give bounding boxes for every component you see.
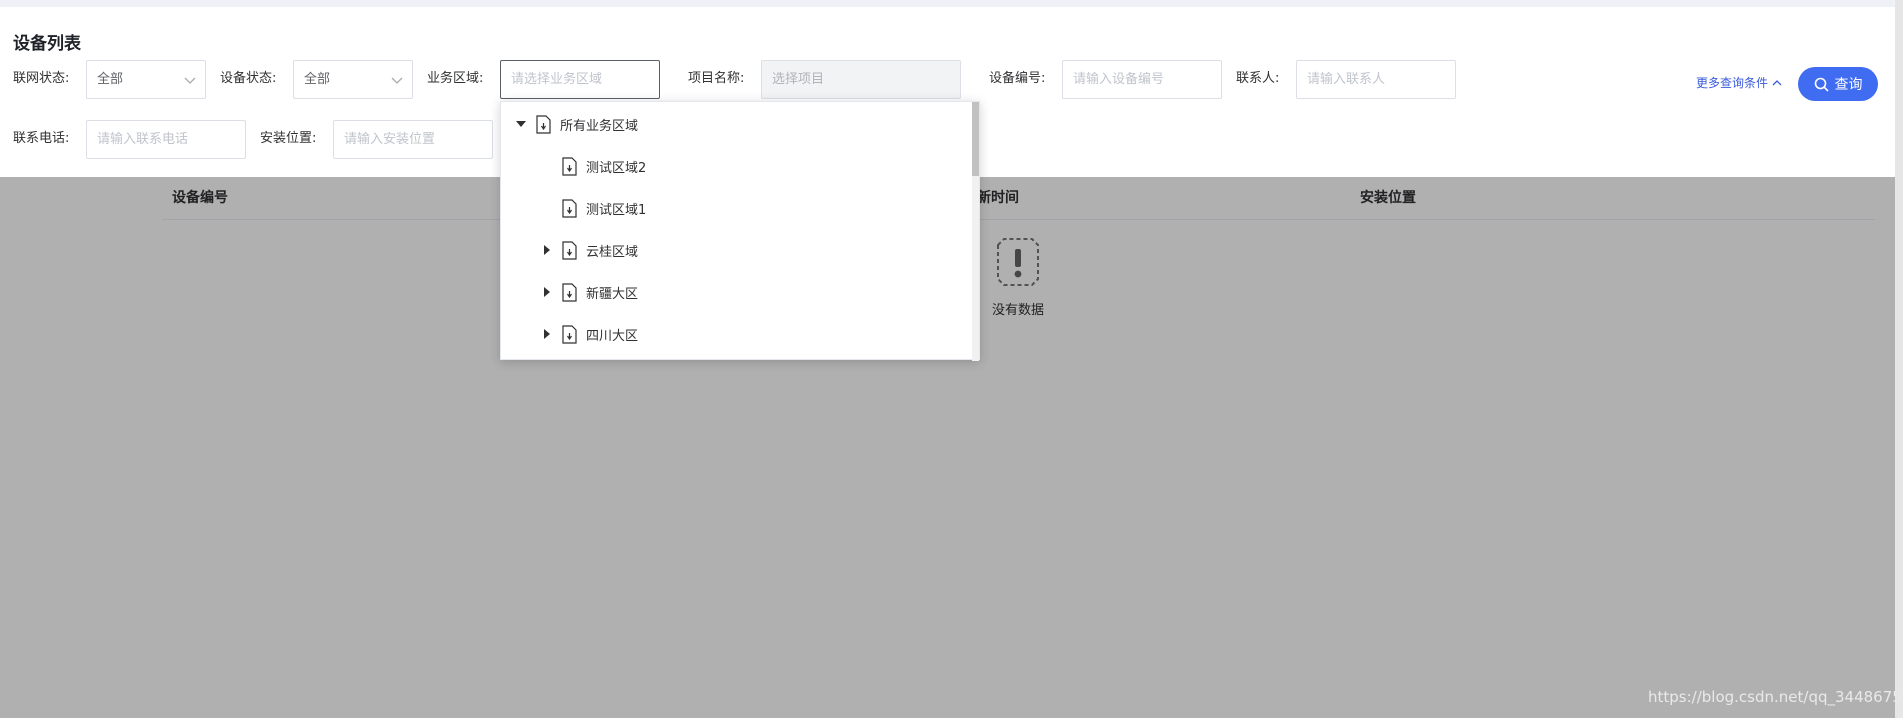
contact-placeholder: 请输入联系人 (1307, 72, 1386, 87)
search-button-label: 查询 (1834, 77, 1863, 93)
more-conditions-link[interactable]: 更多查询条件 (1696, 74, 1782, 91)
document-icon (562, 198, 577, 218)
device-status-value: 全部 (304, 72, 331, 87)
contact-label: 联系人: (1236, 71, 1280, 86)
business-area-label: 业务区域: (427, 71, 484, 86)
caret-right-icon[interactable] (541, 244, 553, 256)
device-status-label: 设备状态: (220, 71, 277, 86)
chevron-down-icon (391, 77, 403, 84)
document-icon (562, 282, 577, 302)
tree-node-child[interactable]: 测试区域2 (541, 153, 646, 179)
device-no-placeholder: 请输入设备编号 (1073, 72, 1165, 87)
tree-node-child[interactable]: 四川大区 (541, 321, 638, 347)
install-location-placeholder: 请输入安装位置 (344, 132, 436, 147)
caret-spacer (541, 160, 553, 172)
network-status-select[interactable]: 全部 (86, 60, 206, 99)
install-location-label: 安装位置: (260, 131, 317, 146)
tree-node-label: 所有业务区域 (560, 118, 639, 134)
search-button[interactable]: 查询 (1798, 67, 1878, 101)
tree-node-child[interactable]: 云桂区域 (541, 237, 638, 263)
install-location-input[interactable]: 请输入安装位置 (333, 120, 493, 159)
tree-node-child[interactable]: 新疆大区 (541, 279, 638, 305)
document-icon (562, 240, 577, 260)
document-icon (536, 114, 551, 134)
tree-node-label: 云桂区域 (586, 244, 639, 260)
window-edge (1895, 0, 1903, 718)
tree-node-label: 测试区域1 (586, 202, 647, 218)
document-icon (562, 324, 577, 344)
contact-phone-label: 联系电话: (13, 131, 70, 146)
network-status-value: 全部 (97, 72, 124, 87)
project-name-label: 项目名称: (688, 71, 745, 86)
caret-spacer (541, 202, 553, 214)
network-status-label: 联网状态: (13, 71, 70, 86)
contact-phone-input[interactable]: 请输入联系电话 (86, 120, 246, 159)
caret-down-icon[interactable] (515, 118, 527, 130)
business-area-placeholder: 请选择业务区域 (511, 72, 603, 87)
tree-node-label: 四川大区 (586, 328, 639, 344)
tree-node-label: 测试区域2 (586, 160, 647, 176)
chevron-down-icon (184, 77, 196, 84)
project-name-select[interactable]: 选择项目 (761, 60, 961, 99)
document-icon (562, 156, 577, 176)
tree-node-label: 新疆大区 (586, 286, 639, 302)
business-area-dropdown: 所有业务区域 测试区域2 测试区域1 云桂区域 新疆大区 四川大区 (500, 101, 980, 361)
more-conditions-label: 更多查询条件 (1696, 76, 1769, 90)
search-icon (1814, 77, 1829, 92)
project-name-placeholder: 选择项目 (772, 72, 825, 87)
tree-node-child[interactable]: 测试区域1 (541, 195, 646, 221)
tree-node-root[interactable]: 所有业务区域 (515, 111, 638, 137)
device-no-input[interactable]: 请输入设备编号 (1062, 60, 1222, 99)
watermark: https://blog.csdn.net/qq_34486756 (1648, 688, 1903, 706)
dropdown-scrollbar[interactable] (972, 102, 979, 361)
top-strip (0, 0, 1903, 7)
caret-right-icon[interactable] (541, 328, 553, 340)
chevron-up-icon (1772, 79, 1782, 85)
dropdown-scrollbar-thumb[interactable] (972, 102, 979, 176)
device-no-label: 设备编号: (989, 71, 1046, 86)
caret-right-icon[interactable] (541, 286, 553, 298)
page-title: 设备列表 (13, 34, 81, 54)
contact-phone-placeholder: 请输入联系电话 (97, 132, 189, 147)
device-status-select[interactable]: 全部 (293, 60, 413, 99)
contact-input[interactable]: 请输入联系人 (1296, 60, 1456, 99)
business-area-select[interactable]: 请选择业务区域 (500, 60, 660, 99)
